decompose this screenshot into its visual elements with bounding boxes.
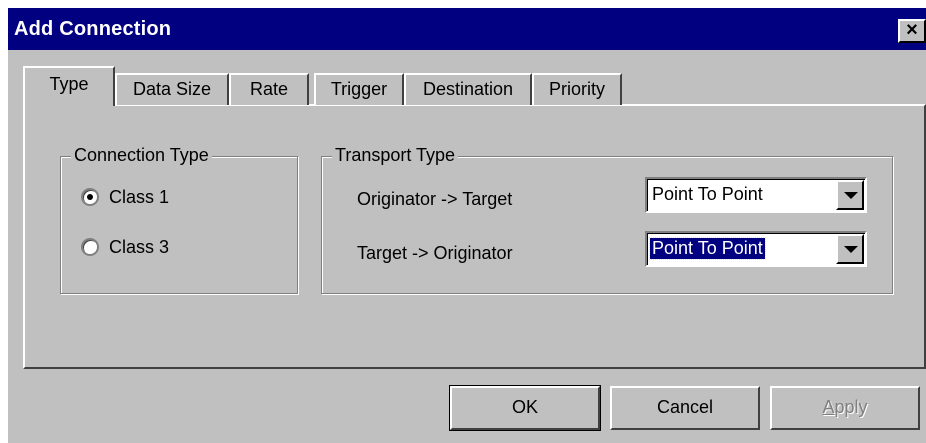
tab-panel-type: Connection Type Class 1 Class 3 Transpor… (23, 104, 926, 369)
tab-trigger[interactable]: Trigger (314, 73, 404, 105)
transport-type-legend: Transport Type (332, 145, 459, 166)
originator-to-target-value: Point To Point (652, 184, 763, 204)
target-to-originator-value: Point To Point (649, 237, 766, 260)
radio-class-1-indicator[interactable] (81, 188, 99, 206)
tab-rate[interactable]: Rate (229, 73, 309, 105)
radio-class-1[interactable]: Class 1 (81, 185, 169, 209)
tab-trigger-label: Trigger (330, 79, 388, 99)
connection-type-legend: Connection Type (71, 145, 212, 166)
apply-button-label: pply (834, 397, 868, 417)
cancel-button[interactable]: Cancel (610, 386, 760, 430)
tab-rate-label: Rate (249, 79, 289, 99)
tab-priority-label: Priority (548, 79, 605, 99)
radio-class-1-label: Class 1 (109, 186, 170, 207)
radio-class-3-label: Class 3 (109, 236, 170, 257)
chevron-down-icon[interactable] (836, 180, 864, 210)
tab-destination-label: Destination (422, 79, 514, 99)
tab-destination[interactable]: Destination (404, 73, 532, 105)
tab-priority[interactable]: Priority (532, 73, 622, 105)
target-to-originator-select[interactable]: Point To Point (645, 231, 867, 267)
radio-class-3-indicator[interactable] (81, 238, 99, 256)
ok-button-label: OK (511, 397, 538, 417)
target-to-originator-label: Target -> Originator (357, 243, 513, 263)
title-bar[interactable]: Add Connection × (8, 8, 926, 50)
chevron-down-icon[interactable] (836, 234, 864, 264)
tab-type[interactable]: Type (23, 66, 115, 106)
window-title: Add Connection (14, 18, 172, 40)
connection-type-group: Connection Type Class 1 Class 3 (60, 145, 298, 294)
apply-button[interactable]: Apply (770, 386, 920, 430)
close-button[interactable]: × (898, 19, 926, 43)
cancel-button-label: Cancel (656, 397, 714, 417)
originator-to-target-label: Originator -> Target (357, 189, 513, 209)
originator-to-target-select[interactable]: Point To Point (645, 177, 867, 213)
tab-data-size[interactable]: Data Size (115, 73, 229, 105)
add-connection-dialog: Add Connection × Connection Type Class 1… (8, 8, 926, 443)
apply-button-mnemonic: A (822, 397, 835, 417)
tab-data-size-label: Data Size (132, 79, 212, 99)
tab-type-label: Type (49, 74, 89, 94)
close-icon: × (906, 19, 918, 41)
ok-button[interactable]: OK (449, 385, 601, 431)
transport-type-group: Transport Type Originator -> Target Poin… (321, 145, 893, 294)
radio-class-3[interactable]: Class 3 (81, 235, 169, 259)
